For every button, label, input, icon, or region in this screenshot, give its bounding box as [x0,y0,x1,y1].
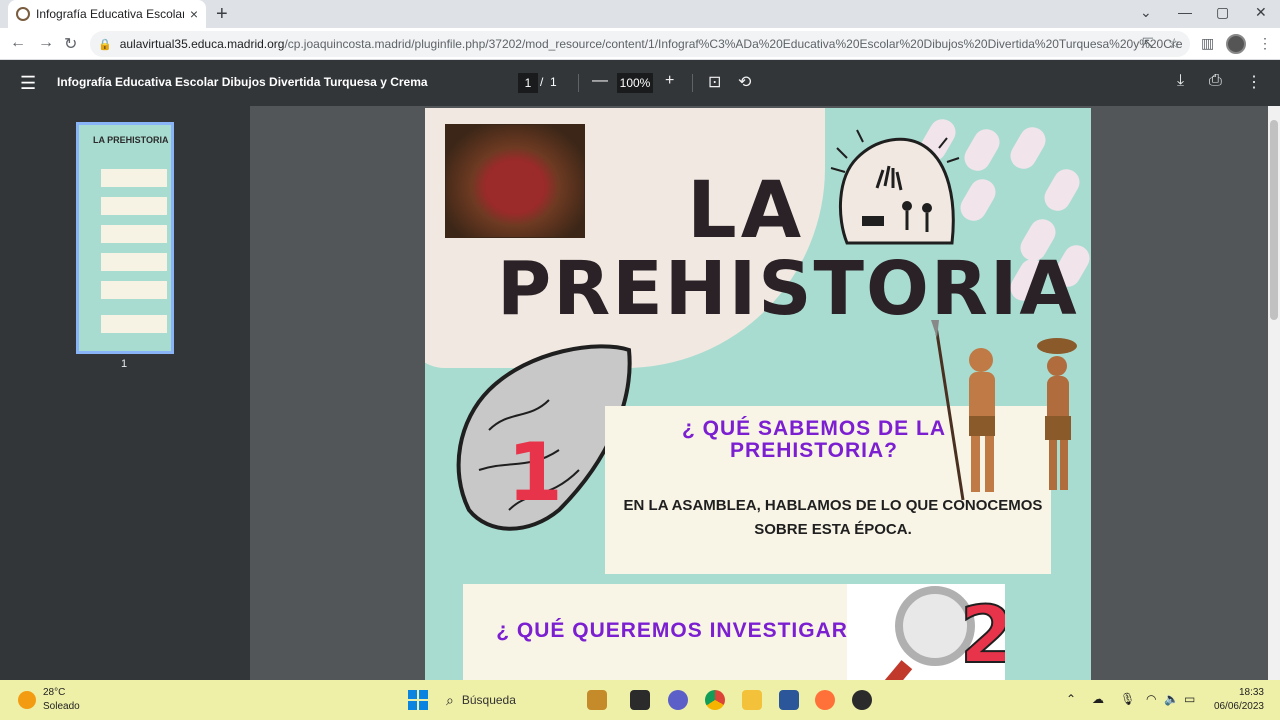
address-bar[interactable]: 🔒 aulavirtual35.educa.madrid.org/cp.joaq… [90,31,1190,57]
windows-taskbar: 28°C Soleado ⌕ Búsqueda ⌃ ☁ 🎙 ◠ 🔈 ▭ 18:3… [0,680,1280,720]
chrome-icon[interactable] [705,690,725,710]
page-count: / 1 [540,75,557,89]
weather-temperature[interactable]: 28°C [43,687,65,698]
url-host: aulavirtual35.educa.madrid.org [119,37,285,51]
thumbnail-sidebar: LA PREHISTORIA 1 [0,106,250,680]
rotate-icon[interactable]: ⟲ [738,72,751,92]
divider [692,74,693,92]
step1-number: 1 [507,426,563,519]
firefox-icon[interactable] [815,690,835,710]
side-panel-icon[interactable]: ▥ [1201,35,1214,52]
app-icon[interactable] [852,690,872,710]
step1-answer: EN LA ASAMBLEA, HABLAMOS DE LO QUE CONOC… [623,497,1043,538]
tray-overflow-icon[interactable]: ⌃ [1066,692,1076,706]
url-text: aulavirtual35.educa.madrid.org/cp.joaqui… [120,37,1182,51]
thumbnail-block [101,253,167,271]
onedrive-icon[interactable]: ☁ [1092,692,1104,706]
back-button[interactable]: ← [10,34,26,52]
tab-search-icon[interactable]: ⌄ [1140,4,1152,21]
pdf-menu-icon[interactable]: ☰ [20,73,36,94]
url-path: /cp.joaquincosta.madrid/pluginfile.php/3… [284,37,1182,51]
browser-menu-icon[interactable]: ⋮ [1258,35,1272,52]
zoom-input[interactable]: 100% [617,73,653,93]
briefcase-app-icon[interactable] [587,690,607,710]
thumbnail-block [101,315,167,333]
browser-toolbar: ← → ↻ 🔒 aulavirtual35.educa.madrid.org/c… [0,28,1280,60]
step2-number: 2 [960,591,1005,680]
zoom-in-button[interactable]: + [665,72,674,90]
clock-time[interactable]: 18:33 [1212,687,1264,698]
thumbnail-block [101,225,167,243]
page-number-input[interactable]: 1 [518,73,538,93]
thumbnail-title: LA PREHISTORIA [93,135,169,145]
reload-button[interactable]: ↻ [64,34,77,54]
file-explorer-icon[interactable] [742,690,762,710]
minimize-button[interactable]: — [1178,4,1192,20]
download-icon[interactable]: ⤓ [1177,72,1184,90]
total-pages: 1 [550,75,557,89]
cave-drawing-icon [830,129,960,245]
prehistoric-people-illustration [931,320,1077,500]
windows-logo-icon [408,701,417,710]
pdf-page: LA PREHISTORIA 1 ¿ QUÉ SABEMOS DE LA PRE… [425,108,1091,680]
windows-logo-icon [419,690,428,699]
vertical-scrollbar[interactable] [1268,106,1280,680]
fit-page-icon[interactable]: ⊡ [708,72,721,92]
search-icon: ⌕ [446,691,454,708]
site-info-icon[interactable]: 🔒 [98,38,112,51]
pdf-document-title: Infografía Educativa Escolar Dibujos Div… [57,75,428,89]
pdf-viewport[interactable]: LA PREHISTORIA 1 ¿ QUÉ SABEMOS DE LA PRE… [250,106,1268,680]
teams-chat-icon[interactable] [668,690,688,710]
scrollbar-thumb[interactable] [1270,120,1278,320]
bison-cave-painting-image [445,124,585,238]
start-button[interactable] [408,690,428,710]
volume-icon[interactable]: 🔈 [1164,692,1179,706]
infographic-title-la: LA [687,166,806,256]
step2-question: ¿ QUÉ QUEREMOS INVESTIGAR? [496,619,862,642]
page-thumbnail[interactable]: LA PREHISTORIA [76,122,174,354]
sun-weather-icon[interactable] [18,691,36,709]
microphone-icon[interactable]: 🎙 [1120,692,1135,706]
tab-title: Infografía Educativa Escolar Dibu [36,7,184,21]
page-separator: / [540,75,544,89]
step2-card: ¿ QUÉ QUEREMOS INVESTIGAR? 2 [463,584,1015,680]
profile-avatar[interactable] [1226,34,1246,54]
pdf-more-icon[interactable]: ⋮ [1246,72,1262,92]
wifi-icon[interactable]: ◠ [1146,692,1156,706]
thumbnail-block [101,281,167,299]
search-label: Búsqueda [461,693,516,707]
tab-strip: Infografía Educativa Escolar Dibu × + ⌄ … [0,0,1280,28]
decorative-dot [1039,164,1085,216]
task-view-icon[interactable] [630,690,650,710]
thumbnail-block [101,197,167,215]
forward-button[interactable]: → [38,34,54,52]
word-icon[interactable] [779,690,799,710]
battery-icon[interactable]: ▭ [1184,692,1195,706]
new-tab-button[interactable]: + [216,3,228,26]
magnifier-image-area: 2 [847,584,1015,680]
divider [578,74,579,92]
magnifying-glass-icon: 2 [875,586,1015,680]
site-favicon-icon [16,7,30,21]
decorative-dot [1005,122,1051,174]
taskbar-search[interactable]: ⌕ Búsqueda [438,685,588,715]
bookmark-star-icon[interactable]: ☆ [1168,35,1181,52]
print-icon[interactable]: ⎙ [1209,72,1222,90]
windows-logo-icon [408,690,417,699]
close-window-button[interactable]: ✕ [1255,4,1267,21]
thumbnail-block [101,169,167,187]
share-icon[interactable]: ⇱ [1142,35,1154,52]
maximize-button[interactable]: ▢ [1216,4,1229,21]
clock-date[interactable]: 06/06/2023 [1208,701,1264,712]
tab-close-icon[interactable]: × [190,6,198,22]
pdf-toolbar: ☰ Infografía Educativa Escolar Dibujos D… [0,60,1280,106]
zoom-out-button[interactable]: — [592,72,608,90]
windows-logo-icon [419,701,428,710]
weather-description[interactable]: Soleado [43,701,80,712]
browser-tab[interactable]: Infografía Educativa Escolar Dibu × [8,0,206,28]
thumbnail-page-number: 1 [121,358,128,370]
